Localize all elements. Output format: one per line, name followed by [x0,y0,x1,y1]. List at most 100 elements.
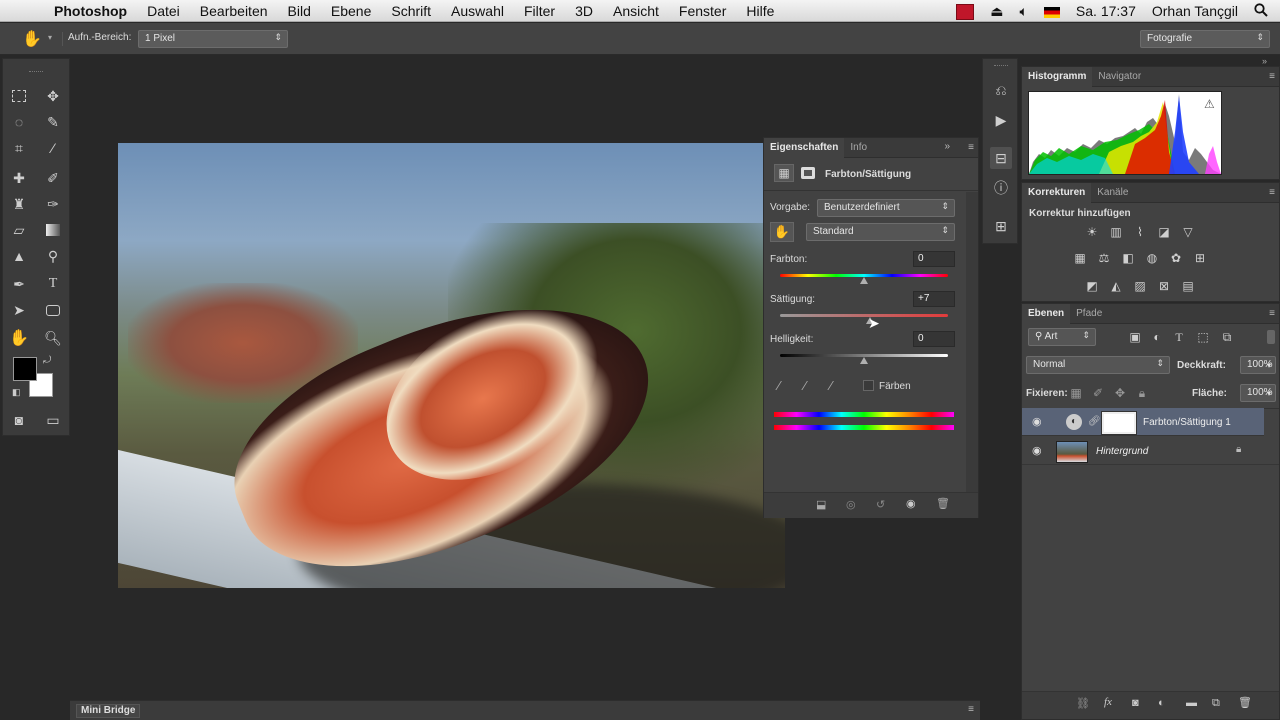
type-tool-icon[interactable]: T [41,273,65,295]
user-name[interactable]: Orhan Tançgil [1144,3,1246,19]
saturation-slider-track[interactable] [780,314,948,317]
new-group-icon[interactable]: ▬ [1186,697,1197,709]
eraser-tool-icon[interactable]: ▱ [7,219,31,241]
history-icon[interactable]: ⎌ [990,79,1012,101]
eyedropper-icon[interactable]: ⁄ [778,378,780,393]
tab-pfade[interactable]: Pfade [1070,304,1108,324]
layer-name[interactable]: Hintergrund [1096,446,1148,457]
menu-ebene[interactable]: Ebene [321,3,381,19]
layer-filter-select[interactable]: ⚲ Art ⇕ [1028,328,1096,346]
tool-presets-icon[interactable]: ⊞ [990,215,1012,237]
panel-menu-icon[interactable]: ≡ [968,704,974,715]
info-icon[interactable]: ⓘ [990,177,1012,199]
visibility-eye-icon[interactable]: ◉ [906,497,916,510]
spotlight-search-icon[interactable] [1246,2,1280,20]
lightness-input[interactable]: 0 [913,331,955,347]
invert-icon[interactable]: ◩ [1082,277,1102,295]
color-lookup-icon[interactable]: ⊞ [1190,249,1210,267]
clock[interactable]: Sa. 17:37 [1068,3,1144,19]
marquee-tool-icon[interactable] [7,85,31,107]
dodge-tool-icon[interactable]: ⚲ [41,245,65,267]
menu-schrift[interactable]: Schrift [381,3,441,19]
chevron-down-icon[interactable]: ▾ [1262,385,1276,403]
trash-icon[interactable]: 🗑︎ [1238,696,1252,709]
properties-icon[interactable]: ⊟ [990,147,1012,169]
healing-brush-tool-icon[interactable]: ✚ [7,167,31,189]
lasso-tool-icon[interactable]: ◌ [7,111,31,133]
layer-visibility-eye-icon[interactable]: ◉ [1032,415,1042,428]
tab-navigator[interactable]: Navigator [1092,67,1147,87]
panel-menu-icon[interactable]: ≡ [1269,308,1275,319]
brush-tool-icon[interactable]: ✐ [41,167,65,189]
link-layers-icon[interactable]: ⛓ [1076,697,1090,710]
selective-color-icon[interactable]: ⊠ [1154,277,1174,295]
gradient-tool-icon[interactable] [41,219,65,241]
lightness-slider-thumb[interactable] [860,357,868,364]
swap-colors-icon[interactable]: ⤾ [43,355,51,366]
eject-icon[interactable]: ⏏ [982,3,1011,20]
tab-info[interactable]: Info [844,138,873,158]
saturation-input[interactable]: +7 [913,291,955,307]
mask-icon[interactable] [798,164,818,182]
posterize-icon[interactable]: ◭ [1106,277,1126,295]
panel-menu-icon[interactable]: ≡ [968,142,974,153]
color-balance-icon[interactable]: ⚖ [1094,249,1114,267]
quick-select-tool-icon[interactable]: ✎ [41,111,65,133]
chevron-down-icon[interactable]: ▾ [1262,357,1276,375]
menu-hilfe[interactable]: Hilfe [736,3,784,19]
layer-name[interactable]: Farbton/Sättigung 1 [1143,417,1231,428]
lock-position-icon[interactable]: ✥ [1112,384,1128,402]
warning-icon[interactable]: ⚠ [1204,97,1215,111]
layer-thumbnail[interactable] [1056,441,1088,463]
layer-row[interactable]: ◉ Hintergrund 🔒︎ [1022,437,1279,465]
brightness-contrast-icon[interactable]: ☀ [1082,223,1102,241]
preset-select[interactable]: Benutzerdefiniert ⇕ [817,199,955,217]
shape-tool-icon[interactable] [41,299,65,321]
crop-tool-icon[interactable]: ⌗ [7,137,31,159]
layer-visibility-eye-icon[interactable]: ◉ [1032,444,1042,457]
blend-mode-select[interactable]: Normal ⇕ [1026,356,1170,374]
menu-bearbeiten[interactable]: Bearbeiten [190,3,278,19]
tab-ebenen[interactable]: Ebenen [1022,303,1071,324]
actions-play-icon[interactable]: ▶ [990,109,1012,131]
new-adjustment-icon[interactable]: ◐ [1158,697,1165,709]
panel-menu-icon[interactable]: ≡ [1269,71,1275,82]
adjustment-icon[interactable]: ▦ [774,164,794,182]
hue-slider-thumb[interactable] [860,277,868,284]
workspace-select[interactable]: Fotografie ⇕ [1140,30,1270,48]
panel-menu-icon[interactable]: ≡ [1269,187,1275,198]
document-canvas[interactable] [118,143,785,588]
channel-mixer-icon[interactable]: ✿ [1166,249,1186,267]
menu-datei[interactable]: Datei [137,3,190,19]
channel-select[interactable]: Standard ⇕ [806,223,955,241]
zoom-tool-icon[interactable]: 🔍︎ [41,327,65,349]
color-swatch-icon[interactable] [948,2,982,20]
path-select-tool-icon[interactable]: ➤ [7,299,31,321]
pen-tool-icon[interactable]: ✒ [7,273,31,295]
tab-eigenschaften[interactable]: Eigenschaften [764,137,845,158]
lock-transparent-icon[interactable]: ▦ [1068,384,1084,402]
new-layer-icon[interactable]: ⧉ [1212,697,1220,710]
flag-de-icon[interactable] [1036,3,1068,19]
hand-tool-icon[interactable]: ✋ [22,29,42,49]
tab-kanaele[interactable]: Kanäle [1091,183,1134,203]
link-icon[interactable]: 🔗︎ [1088,416,1101,427]
curves-icon[interactable]: ⌇ [1130,223,1150,241]
menu-fenster[interactable]: Fenster [669,3,736,19]
hue-input[interactable]: 0 [913,251,955,267]
view-previous-icon[interactable]: ◎ [846,498,856,511]
menu-filter[interactable]: Filter [514,3,565,19]
filter-type-icon[interactable]: T [1170,328,1188,346]
quick-mask-icon[interactable]: ◙ [7,409,31,431]
foreground-color-swatch[interactable] [13,357,37,381]
hand-tool-icon[interactable]: ✋ [7,327,31,349]
photo-filter-icon[interactable]: ◍ [1142,249,1162,267]
sample-size-select[interactable]: 1 Pixel ⇕ [138,30,288,48]
threshold-icon[interactable]: ▨ [1130,277,1150,295]
reset-icon[interactable]: ↺ [876,498,885,511]
filter-pixel-icon[interactable]: ▣ [1126,328,1144,346]
filter-shape-icon[interactable]: ⬚ [1194,328,1212,346]
hue-saturation-icon[interactable]: ▦ [1070,249,1090,267]
exposure-icon[interactable]: ◪ [1154,223,1174,241]
menu-ansicht[interactable]: Ansicht [603,3,669,19]
